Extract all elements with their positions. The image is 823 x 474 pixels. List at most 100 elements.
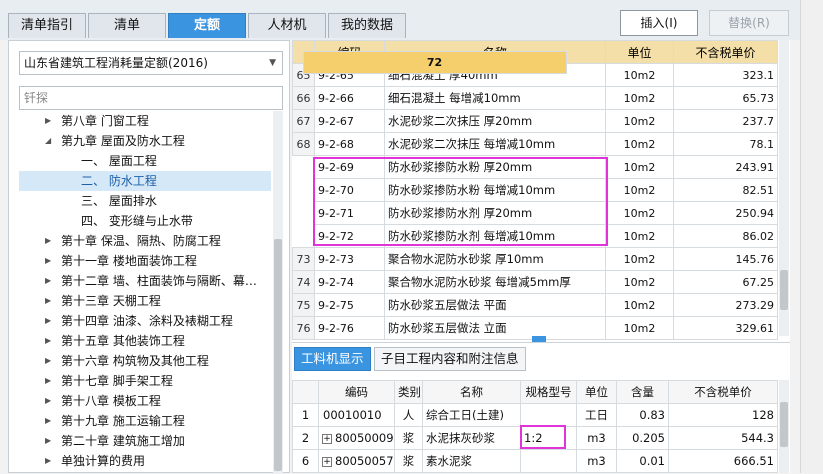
tab-bill-guide[interactable]: 清单指引 — [8, 13, 86, 38]
unit-cell: m3 — [576, 449, 617, 473]
tree-item[interactable]: ▶ 第十四章 油漆、涂料及裱糊工程 — [19, 311, 271, 331]
tree-item-label: 第十七章 脚手架工程 — [61, 374, 173, 388]
tree-item[interactable]: 四、 变形缝与止水带 — [19, 211, 271, 231]
collapsed-triangle-icon[interactable]: ▶ — [45, 451, 51, 471]
tree-item[interactable]: ▶ 第十五章 其他装饰工程 — [19, 331, 271, 351]
collapsed-triangle-icon[interactable]: ▶ — [45, 231, 51, 251]
tab-resource-display[interactable]: 工料机显示 — [294, 347, 371, 371]
header-unit[interactable]: 单位 — [605, 40, 674, 64]
unit-cell-text: m3 — [587, 431, 606, 445]
quota-library-select[interactable]: 山东省建筑工程消耗量定额(2016) ▼ — [19, 51, 283, 75]
collapsed-triangle-icon[interactable]: ▶ — [45, 391, 51, 411]
code-cell: 9-2-68 — [314, 132, 385, 156]
name-cell: 细石混凝土 每增减10mm — [384, 86, 606, 110]
price-cell: 145.76 — [673, 247, 778, 271]
tab-bill[interactable]: 清单 — [88, 13, 166, 38]
tree-item[interactable]: 一、 屋面工程 — [19, 151, 271, 171]
tree-item[interactable]: ▶ 第十九章 施工运输工程 — [19, 411, 271, 431]
r-header-qty[interactable]: 含量 — [616, 380, 669, 404]
tab-work-content-notes[interactable]: 子目工程内容和附注信息 — [374, 347, 526, 371]
table-row[interactable]: 6 +80050057 浆素水泥浆 m3 0.01 666.51 — [292, 449, 778, 473]
table-row[interactable]: 73 9-2-73 聚合物水泥防水砂浆 厚10mm 10m2 145.76 — [292, 247, 778, 271]
table-row[interactable]: 75 9-2-75 防水砂浆五层做法 平面 10m2 273.29 — [292, 293, 778, 317]
tree-item[interactable]: 三、 屋面排水 — [19, 191, 271, 211]
row-number: 67 — [292, 109, 315, 133]
collapsed-triangle-icon[interactable]: ▶ — [45, 291, 51, 311]
unit-cell-text: 工日 — [585, 408, 608, 422]
r-header-unit[interactable]: 单位 — [576, 380, 617, 404]
resource-table-scrollbar[interactable] — [779, 380, 789, 473]
table-row[interactable]: 66 9-2-66 细石混凝土 每增减10mm 10m2 65.73 — [292, 86, 778, 110]
replace-button[interactable]: 替换(R) — [709, 10, 789, 36]
row-number-text: 1 — [301, 408, 310, 422]
tree-item-label: 第十章 保温、隔热、防腐工程 — [61, 234, 221, 248]
collapsed-triangle-icon[interactable]: ▶ — [45, 411, 51, 431]
collapsed-triangle-icon[interactable]: ▶ — [45, 331, 51, 351]
quota-table-scrollbar[interactable] — [779, 40, 789, 336]
search-input[interactable]: 钎探 — [19, 86, 283, 110]
tree-item[interactable]: ▶ 单独计算的费用 — [19, 451, 271, 471]
r-header-type[interactable]: 类别 — [394, 380, 423, 404]
quota-table-scrollbar-thumb[interactable] — [780, 270, 788, 310]
collapsed-triangle-icon[interactable]: ▶ — [45, 311, 51, 331]
name-cell: 素水泥浆 — [422, 449, 521, 473]
tree-item-label: 二、 防水工程 — [81, 174, 157, 188]
tree-item[interactable]: ▶ 第十二章 墙、柱面装饰与隔断、幕… — [19, 271, 271, 291]
type-cell-text: 浆 — [402, 454, 415, 468]
name-cell: 综合工日(土建) — [422, 403, 521, 427]
tree-item[interactable]: ▶ 第十六章 构筑物及其他工程 — [19, 351, 271, 371]
tree-scrollbar-thumb[interactable] — [274, 239, 282, 471]
price-cell: 250.94 — [673, 201, 778, 225]
tree-item[interactable]: ▶ 第十章 保温、隔热、防腐工程 — [19, 231, 271, 251]
tree-item[interactable]: ▶ 第十七章 脚手架工程 — [19, 371, 271, 391]
collapsed-triangle-icon[interactable]: ▶ — [45, 251, 51, 271]
quota-detail-panel: 编码 名称 单位 不含税单价 659-2-65细石混凝土 厚40mm10m232… — [292, 40, 790, 473]
tree-item-label: 第八章 门窗工程 — [61, 114, 149, 128]
tab-quota[interactable]: 定额 — [168, 13, 246, 38]
collapsed-triangle-icon[interactable]: ▶ — [45, 351, 51, 371]
table-row[interactable]: 1 00010010 人综合工日(土建) 工日 0.83 128 — [292, 403, 778, 427]
name-cell-text: 水泥抹灰砂浆 — [426, 431, 495, 445]
table-row[interactable]: 67 9-2-67 水泥砂浆二次抹压 厚20mm 10m2 237.7 — [292, 109, 778, 133]
code-cell-text: 00010010 — [323, 408, 382, 422]
tree-item[interactable]: ▶ 第十八章 模板工程 — [19, 391, 271, 411]
collapsed-triangle-icon[interactable]: ▶ — [45, 271, 51, 291]
r-header-spec[interactable]: 规格型号 — [520, 380, 577, 404]
expand-plus-icon[interactable]: + — [322, 433, 332, 444]
expanded-triangle-icon[interactable]: ◢ — [45, 131, 51, 151]
tree-item[interactable]: ▶ 第十三章 天棚工程 — [19, 291, 271, 311]
price-cell: 67.25 — [673, 270, 778, 294]
type-cell: 浆 — [394, 426, 423, 450]
quota-tree-panel: 山东省建筑工程消耗量定额(2016) ▼ 钎探 ▶ 第八章 门窗工程 ◢ 第九章 屋面… — [8, 40, 290, 474]
r-header-price[interactable]: 不含税单价 — [668, 380, 778, 404]
price-cell: 65.73 — [673, 86, 778, 110]
code-cell: 9-2-76 — [314, 316, 385, 340]
tree-scrollbar[interactable] — [273, 111, 283, 474]
tree-item[interactable]: ▶ 第八章 门窗工程 — [19, 111, 271, 131]
unit-cell: 10m2 — [605, 270, 674, 294]
resource-table-scrollbar-thumb[interactable] — [780, 402, 788, 447]
tree-item[interactable]: ◢ 第九章 屋面及防水工程 — [19, 131, 271, 151]
collapsed-triangle-icon[interactable]: ▶ — [45, 111, 51, 131]
r-header-code[interactable]: 编码 — [318, 380, 395, 404]
table-row[interactable]: 68 9-2-68 水泥砂浆二次抹压 每增减10mm 10m2 78.1 — [292, 132, 778, 156]
insert-button[interactable]: 插入(I) — [620, 10, 698, 36]
collapsed-triangle-icon[interactable]: ▶ — [45, 371, 51, 391]
name-cell: 聚合物水泥防水砂浆 每增减5mm厚 — [384, 270, 606, 294]
tab-my-data[interactable]: 我的数据 — [328, 13, 406, 38]
tree-item[interactable]: ▶ 第二十章 建筑施工增加 — [19, 431, 271, 451]
r-header-name[interactable]: 名称 — [422, 380, 521, 404]
price-cell: 128 — [668, 403, 778, 427]
price-cell: 329.61 — [673, 316, 778, 340]
header-price[interactable]: 不含税单价 — [673, 40, 778, 64]
price-cell: 237.7 — [673, 109, 778, 133]
tree-item[interactable]: ▶ 第十一章 楼地面装饰工程 — [19, 251, 271, 271]
unit-cell: 10m2 — [605, 109, 674, 133]
name-cell: 水泥砂浆二次抹压 厚20mm — [384, 109, 606, 133]
table-row[interactable]: 74 9-2-74 聚合物水泥防水砂浆 每增减5mm厚 10m2 67.25 — [292, 270, 778, 294]
expand-plus-icon[interactable]: + — [322, 456, 332, 467]
tab-labor-material-machine[interactable]: 人材机 — [248, 13, 326, 38]
tree-item[interactable]: 二、 防水工程 — [19, 171, 271, 191]
code-cell-text: 80050057 — [335, 454, 394, 468]
collapsed-triangle-icon[interactable]: ▶ — [45, 431, 51, 451]
